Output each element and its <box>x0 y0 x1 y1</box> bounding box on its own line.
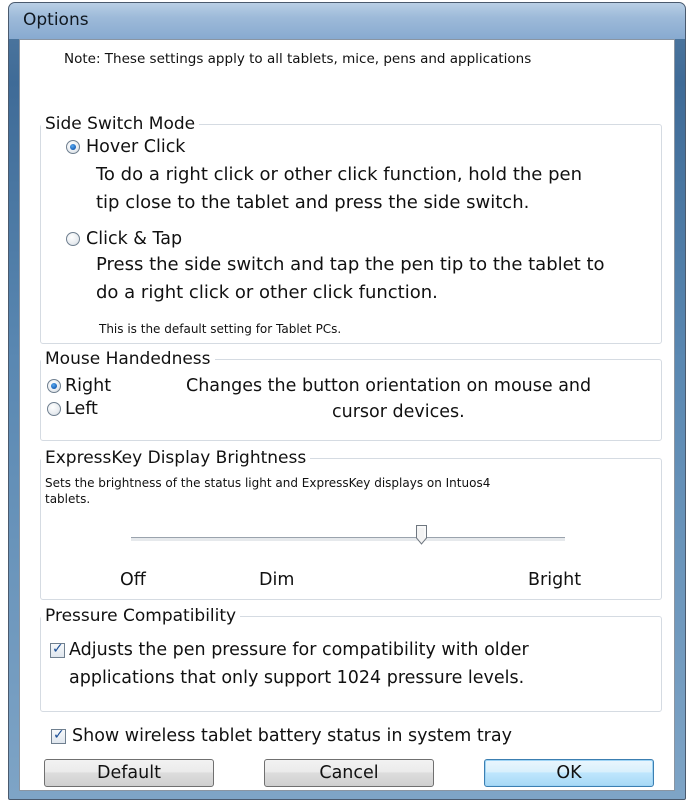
dialog-client-area: Note: These settings apply to all tablet… <box>19 39 675 791</box>
right-hand-radio[interactable] <box>47 379 61 393</box>
click-and-tap-radio[interactable] <box>66 232 80 246</box>
brightness-label-off: Off <box>120 570 146 590</box>
cancel-button[interactable]: Cancel <box>264 759 434 787</box>
handedness-description-line2: cursor devices. <box>332 402 465 422</box>
side-switch-mode-title: Side Switch Mode <box>41 114 200 134</box>
title-bar[interactable]: Options <box>9 3 685 39</box>
left-hand-label[interactable]: Left <box>65 398 98 420</box>
default-button[interactable]: Default <box>44 759 214 787</box>
brightness-label-dim: Dim <box>259 570 295 590</box>
settings-note: Note: These settings apply to all tablet… <box>64 51 532 67</box>
handedness-description-line1: Changes the button orientation on mouse … <box>186 376 592 396</box>
brightness-slider-track[interactable] <box>131 537 565 542</box>
mouse-handedness-title: Mouse Handedness <box>41 349 215 369</box>
click-and-tap-description-line2: do a right click or other click function… <box>96 282 438 303</box>
default-setting-note: This is the default setting for Tablet P… <box>99 322 342 336</box>
side-switch-mode-group: Side Switch Mode Hover Click To do a rig… <box>40 114 662 344</box>
pressure-description-line1[interactable]: Adjusts the pen pressure for compatibili… <box>69 639 529 661</box>
click-and-tap-label[interactable]: Click & Tap <box>86 228 182 250</box>
hover-click-description-line1: To do a right click or other click funct… <box>96 164 582 185</box>
brightness-slider-thumb[interactable] <box>416 525 428 545</box>
click-and-tap-description-line1: Press the side switch and tap the pen ti… <box>96 254 605 275</box>
hover-click-label[interactable]: Hover Click <box>86 136 185 158</box>
right-hand-label[interactable]: Right <box>65 375 111 397</box>
battery-status-label[interactable]: Show wireless tablet battery status in s… <box>72 725 512 747</box>
brightness-group: ExpressKey Display Brightness Sets the b… <box>40 448 662 600</box>
pressure-compatibility-checkbox[interactable] <box>50 641 65 658</box>
brightness-description-line1: Sets the brightness of the status light … <box>45 476 491 490</box>
hover-click-description-line2: tip close to the tablet and press the si… <box>96 192 530 213</box>
brightness-label-bright: Bright <box>528 570 582 590</box>
pressure-compatibility-group: Pressure Compatibility Adjusts the pen p… <box>40 606 662 712</box>
brightness-title: ExpressKey Display Brightness <box>41 448 311 468</box>
options-dialog: Options Note: These settings apply to al… <box>8 2 686 800</box>
hover-click-radio[interactable] <box>66 140 80 154</box>
pressure-description-line2[interactable]: applications that only support 1024 pres… <box>69 667 524 689</box>
window-title: Options <box>23 10 89 30</box>
ok-button[interactable]: OK <box>484 759 654 787</box>
pressure-compatibility-title: Pressure Compatibility <box>41 606 241 626</box>
mouse-handedness-group: Mouse Handedness Right Left Changes the … <box>40 349 662 441</box>
battery-status-checkbox[interactable] <box>51 727 66 744</box>
brightness-description-line2: tablets. <box>45 492 91 506</box>
left-hand-radio[interactable] <box>47 402 61 416</box>
